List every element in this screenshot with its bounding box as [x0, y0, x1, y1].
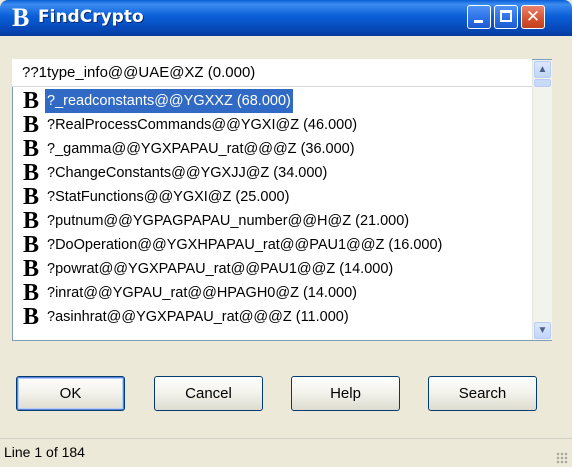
list-item-label: ?_readconstants@@YGXXZ (68.000)	[44, 89, 294, 114]
maximize-button[interactable]	[494, 5, 518, 29]
function-icon: B	[23, 304, 40, 330]
resize-grip-icon[interactable]	[556, 452, 568, 464]
vertical-scrollbar[interactable]: ▲ ▼	[532, 60, 552, 340]
chevron-up-icon: ▲	[537, 64, 548, 75]
status-text: Line 1 of 184	[4, 444, 85, 460]
list-item[interactable]: B ?asinhrat@@YGXPAPAU_rat@@@Z (11.000)	[23, 305, 532, 329]
function-icon: B	[23, 136, 40, 162]
maximize-icon	[500, 10, 512, 22]
scrollbar-thumb[interactable]	[534, 79, 551, 87]
window-title: FindCrypto	[38, 7, 144, 27]
help-button[interactable]: Help	[291, 376, 400, 411]
list-item[interactable]: B ?powrat@@YGXPAPAU_rat@@PAU1@@Z (14.000)	[23, 257, 532, 281]
status-bar: Line 1 of 184	[0, 438, 572, 467]
function-icon: B	[23, 184, 40, 210]
function-icon: B	[23, 280, 40, 306]
list-item-label: ?DoOperation@@YGXHPAPAU_rat@@PAU1@@Z (16…	[47, 237, 443, 253]
function-icon: B	[23, 232, 40, 258]
list-item[interactable]: B ?ChangeConstants@@YGXJJ@Z (34.000)	[23, 161, 532, 185]
list-item-label: ?_gamma@@YGXPAPAU_rat@@@Z (36.000)	[47, 141, 355, 157]
close-button[interactable]: ✕	[521, 5, 545, 29]
list-item[interactable]: B ?RealProcessCommands@@YGXI@Z (46.000)	[23, 113, 532, 137]
app-icon: B	[12, 3, 30, 32]
list-header-item[interactable]: ??1type_info@@UAE@XZ (0.000)	[12, 59, 532, 87]
function-icon: B	[23, 256, 40, 282]
close-icon: ✕	[525, 7, 541, 27]
scroll-down-button[interactable]: ▼	[534, 322, 551, 339]
list-item[interactable]: B ?DoOperation@@YGXHPAPAU_rat@@PAU1@@Z (1…	[23, 233, 532, 257]
function-icon: B	[23, 112, 40, 138]
list-item-label: ?ChangeConstants@@YGXJJ@Z (34.000)	[47, 165, 328, 181]
list-item-label: ?powrat@@YGXPAPAU_rat@@PAU1@@Z (14.000)	[47, 261, 394, 277]
list-item-label: ?inrat@@YGPAU_rat@@HPAGH0@Z (14.000)	[47, 285, 357, 301]
function-icon: B	[23, 208, 40, 234]
list-item-label: ?RealProcessCommands@@YGXI@Z (46.000)	[47, 117, 358, 133]
list-item-label: ?putnum@@YGPAGPAPAU_number@@H@Z (21.000)	[47, 213, 410, 229]
list-item[interactable]: B ?inrat@@YGPAU_rat@@HPAGH0@Z (14.000)	[23, 281, 532, 305]
list-item-label: ?StatFunctions@@YGXI@Z (25.000)	[47, 189, 290, 205]
list-item-label: ?asinhrat@@YGXPAPAU_rat@@@Z (11.000)	[47, 309, 349, 325]
search-button[interactable]: Search	[428, 376, 537, 411]
list-item[interactable]: B ?StatFunctions@@YGXI@Z (25.000)	[23, 185, 532, 209]
findcrypto-window: B FindCrypto ✕ ??1type_info@@UAE@XZ (0.0…	[0, 0, 572, 467]
ok-button[interactable]: OK	[16, 376, 125, 411]
list-item[interactable]: B ?putnum@@YGPAGPAPAU_number@@H@Z (21.000…	[23, 209, 532, 233]
list-item[interactable]: B ?_gamma@@YGXPAPAU_rat@@@Z (36.000)	[23, 137, 532, 161]
function-icon: B	[23, 160, 40, 186]
cancel-button[interactable]: Cancel	[154, 376, 263, 411]
minimize-button[interactable]	[467, 5, 491, 29]
function-icon: B	[23, 89, 40, 114]
list-item[interactable]: B ?_readconstants@@YGXXZ (68.000)	[23, 89, 532, 114]
minimize-icon	[474, 20, 483, 23]
results-list[interactable]: B ?_readconstants@@YGXXZ (68.000) B ?RealPr…	[23, 89, 532, 340]
scroll-up-button[interactable]: ▲	[534, 61, 551, 78]
chevron-down-icon: ▼	[537, 325, 548, 336]
title-bar[interactable]: B FindCrypto ✕	[0, 0, 572, 36]
